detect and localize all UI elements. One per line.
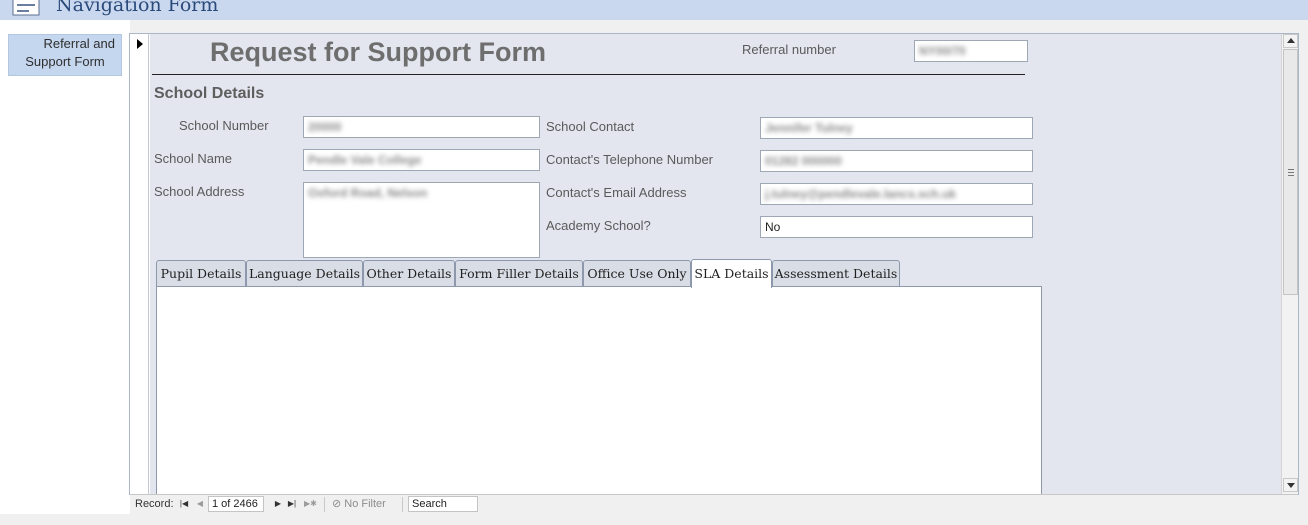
vertical-scrollbar[interactable] [1281, 34, 1298, 494]
previous-record-icon[interactable]: ◀ [194, 497, 206, 511]
current-record-input[interactable]: 1 of 2466 [208, 496, 264, 512]
scroll-down-icon [1287, 483, 1295, 488]
current-record-arrow-icon [137, 39, 143, 49]
search-input[interactable]: Search [408, 496, 478, 512]
tab-page-sla-details [156, 286, 1042, 494]
school-name-label: School Name [154, 151, 233, 166]
tab-language-details[interactable]: Language Details [246, 260, 363, 287]
academy-school-label: Academy School? [546, 218, 651, 233]
scroll-up-icon [1287, 38, 1295, 43]
no-filter-label: No Filter [344, 498, 386, 510]
school-contact-field[interactable]: Jennifer Tulney [760, 117, 1033, 139]
record-label: Record: [135, 498, 174, 510]
nav-button-referral-support-form[interactable]: Referral and Support Form [8, 34, 122, 76]
navigation-form-title: Navigation Form [56, 0, 219, 16]
contact-telephone-field[interactable]: 01282 000000 [760, 150, 1033, 172]
contact-telephone-label: Contact's Telephone Number [546, 152, 714, 167]
form-detail-section: Request for Support Form Referral number… [150, 34, 1281, 494]
school-number-field[interactable]: 20000 [303, 116, 540, 138]
status-strip [0, 514, 1308, 525]
tab-assessment-details[interactable]: Assessment Details [772, 260, 900, 287]
referral-number-label: Referral number [742, 42, 836, 57]
navbar-separator [402, 497, 403, 512]
tab-sla-details[interactable]: SLA Details [691, 259, 772, 288]
contact-email-label: Contact's Email Address [546, 185, 687, 200]
form-icon [12, 0, 40, 16]
nav-button-label-line2: Support Form [25, 54, 105, 69]
record-selector[interactable] [130, 34, 149, 494]
last-record-icon[interactable]: ▶| [286, 497, 298, 511]
filter-icon: ⊘ [332, 498, 345, 510]
school-details-heading: School Details [154, 85, 265, 102]
tab-form-filler-details[interactable]: Form Filler Details [455, 260, 583, 287]
scroll-down-button[interactable] [1283, 478, 1298, 492]
scroll-thumb[interactable] [1283, 49, 1298, 295]
first-record-icon[interactable]: |◀ [178, 497, 190, 511]
contact-email-field[interactable]: j.tulney@pendlevale.lancs.sch.uk [760, 183, 1033, 205]
form-title: Request for Support Form [210, 37, 546, 67]
no-filter-button[interactable]: ⊘ No Filter [332, 497, 386, 510]
tab-office-use-only[interactable]: Office Use Only [583, 260, 691, 287]
record-navigation-bar: Record: |◀ ◀ 1 of 2466 ▶ ▶| ▶✱ ⊘ No Filt… [130, 494, 1298, 514]
tab-other-details[interactable]: Other Details [363, 260, 455, 287]
navbar-separator [324, 497, 325, 512]
school-address-field[interactable]: Oxford Road, Nelson [303, 182, 540, 258]
nav-button-label-line1: Referral and [43, 36, 115, 51]
new-record-icon[interactable]: ▶✱ [304, 497, 317, 511]
next-record-icon[interactable]: ▶ [272, 497, 284, 511]
school-contact-label: School Contact [546, 119, 635, 134]
navigation-pane: Referral and Support Form [0, 20, 130, 525]
window-edge [1299, 20, 1308, 514]
school-number-label: School Number [179, 118, 269, 133]
navigation-form-header: Navigation Form [0, 0, 1308, 20]
school-name-field[interactable]: Pendle Vale College [303, 149, 540, 171]
academy-school-field[interactable]: No [760, 216, 1033, 238]
tab-pupil-details[interactable]: Pupil Details [156, 260, 246, 287]
scroll-grip-icon [1288, 169, 1294, 176]
school-address-label: School Address [154, 184, 245, 199]
referral-number-field[interactable]: NY00/70 [914, 40, 1028, 62]
scroll-up-button[interactable] [1283, 34, 1298, 48]
title-divider [152, 74, 1025, 75]
